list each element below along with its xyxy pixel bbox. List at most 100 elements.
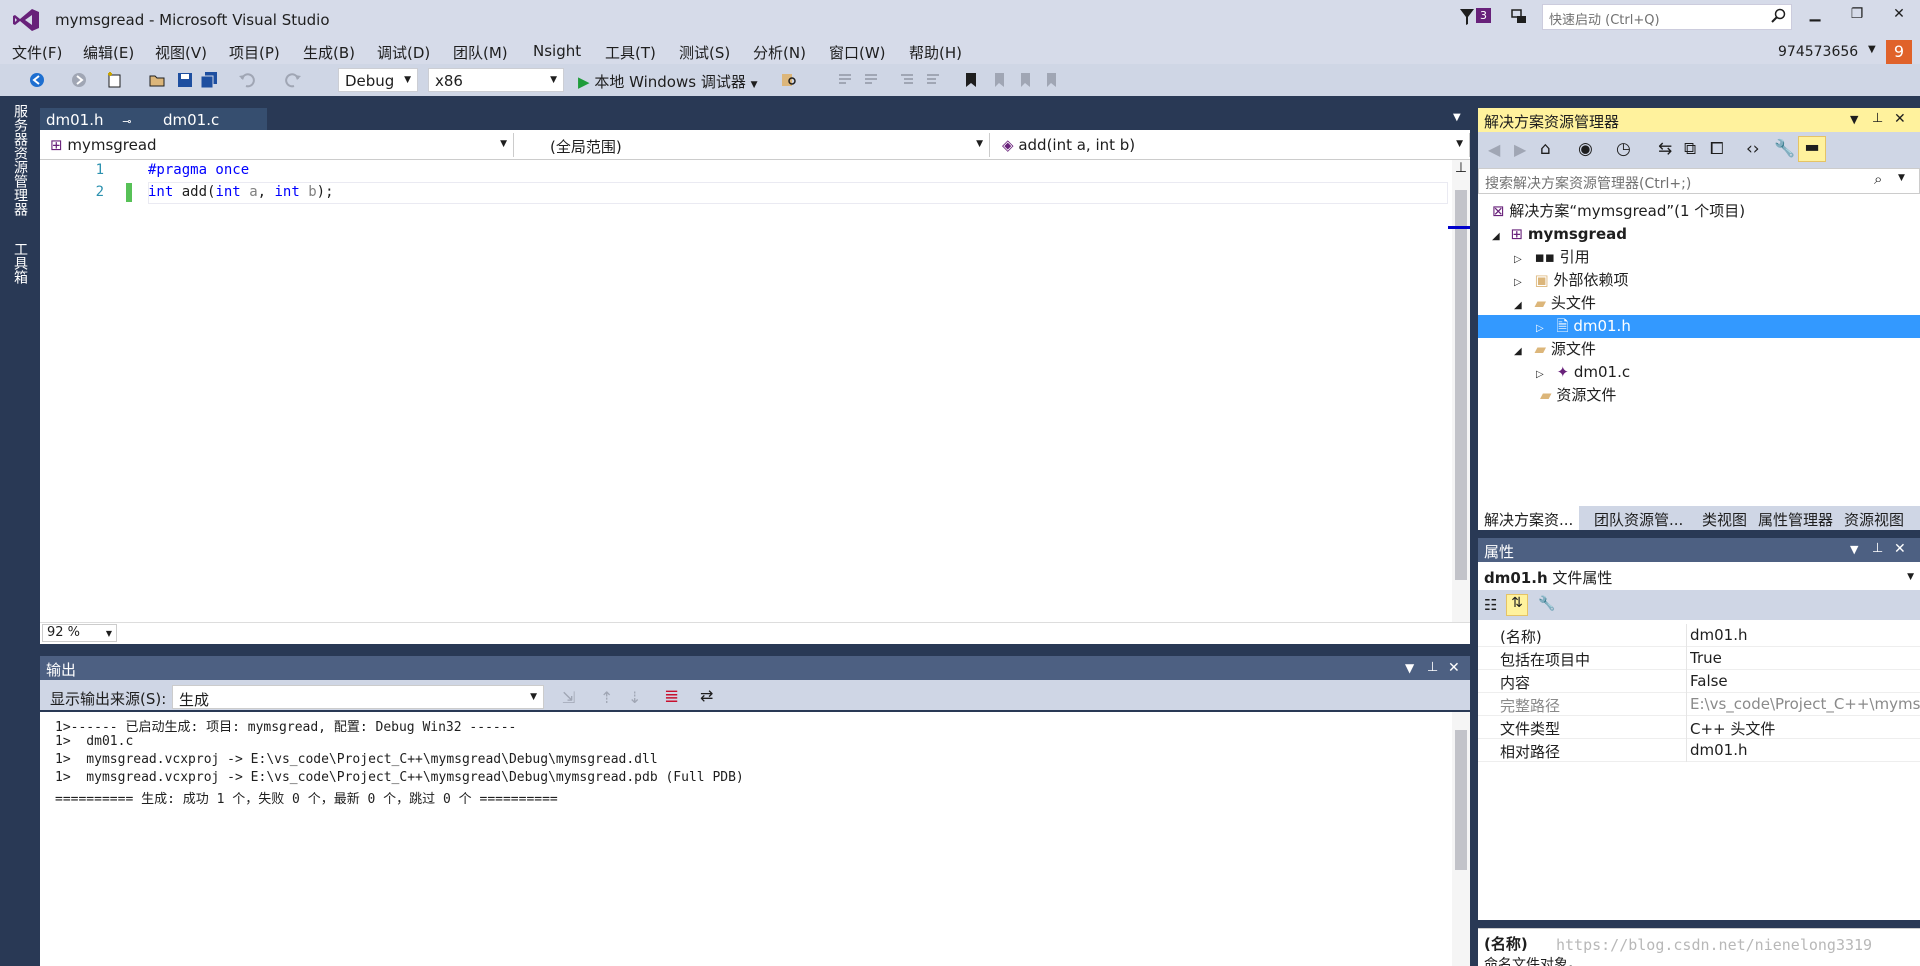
tree-node-resource-files[interactable]: ▰ 资源文件 [1478,384,1920,407]
pin-icon[interactable]: ⊥ [1427,660,1438,675]
scope-dropdown[interactable]: (全局范围) ▼ [520,133,990,157]
new-project-icon[interactable] [106,71,124,89]
property-value[interactable]: True [1690,649,1722,667]
menu-view[interactable]: 视图(V) [155,42,207,63]
output-text-area[interactable] [40,712,1470,966]
comment-icon[interactable] [836,71,854,89]
forward-icon[interactable]: ▶ [1514,140,1526,159]
menu-window[interactable]: 窗口(W) [829,42,886,63]
switch-views-icon[interactable]: ◉ [1578,139,1593,159]
close-icon[interactable]: ✕ [1448,660,1460,676]
home-icon[interactable]: ⌂ [1540,139,1551,159]
save-icon[interactable] [176,71,194,89]
tab-resource-view[interactable]: 资源视图 [1838,506,1910,530]
indent-icon[interactable] [898,71,916,89]
clear-bookmarks-icon[interactable] [1042,71,1060,89]
menu-team[interactable]: 团队(M) [453,42,508,63]
tree-node-solution[interactable]: ⊠ 解决方案“mymsgread”(1 个项目) [1478,200,1920,223]
chevron-down-icon[interactable]: ▼ [1453,112,1461,123]
close-icon[interactable]: ✕ [1894,541,1906,557]
expanded-toggle-icon[interactable]: ◢ [1514,346,1522,357]
open-file-icon[interactable] [148,71,166,89]
sync-icon[interactable]: ⇆ [1658,139,1672,159]
close-window-button[interactable]: ✕ [1884,6,1914,30]
redo-icon[interactable] [284,71,302,89]
feedback-icon[interactable] [1510,8,1528,26]
alphabetical-icon[interactable]: ⇅ [1506,594,1528,616]
menu-project[interactable]: 项目(P) [229,42,280,63]
code-editor[interactable] [40,160,1470,622]
undo-icon[interactable] [238,71,256,89]
menu-analyze[interactable]: 分析(N) [753,42,806,63]
quick-launch-input[interactable]: 快速启动 (Ctrl+Q) [1542,4,1792,30]
properties-wrench-icon[interactable]: 🔧 [1774,139,1795,159]
collapsed-toggle-icon[interactable]: ▷ [1514,254,1522,265]
solution-configuration-select[interactable]: Debug ▼ [338,68,418,92]
menu-help[interactable]: 帮助(H) [909,42,962,63]
tab-solution-explorer[interactable]: 解决方案资... [1478,506,1580,530]
restore-button[interactable]: ❐ [1842,6,1872,30]
find-in-files-icon[interactable] [780,71,798,89]
properties-object-select[interactable]: dm01.h 文件属性 ▼ [1478,562,1920,590]
tree-node-source-files[interactable]: ◢ ▰ 源文件 [1478,338,1920,361]
menu-debug[interactable]: 调试(D) [377,42,430,63]
solution-platform-select[interactable]: x86 ▼ [428,68,564,92]
start-debugging-button[interactable]: ▶ 本地 Windows 调试器 ▼ [574,68,762,92]
expanded-toggle-icon[interactable]: ◢ [1492,231,1500,242]
scrollbar-thumb[interactable] [1455,190,1467,580]
collapsed-toggle-icon[interactable]: ▷ [1536,369,1544,380]
chevron-down-icon[interactable]: ▼ [1850,113,1858,126]
prev-bookmark-icon[interactable] [990,71,1008,89]
clear-all-icon[interactable]: ≣ [664,686,679,707]
show-all-files-icon[interactable]: ⧠ [1710,139,1724,159]
pin-icon[interactable]: ⊥ [1872,111,1883,126]
collapse-all-icon[interactable]: ⧉ [1684,139,1696,159]
menu-build[interactable]: 生成(B) [303,42,355,63]
back-icon[interactable] [28,71,46,89]
prev-message-icon[interactable]: ⇡ [600,688,613,707]
categorized-icon[interactable]: ☷ [1484,596,1497,614]
pending-changes-icon[interactable]: ◷ [1616,139,1631,159]
property-value[interactable]: C++ 头文件 [1690,718,1775,739]
pin-icon[interactable]: ⊥ [1872,541,1883,556]
outdent-icon[interactable] [924,71,942,89]
chevron-down-icon[interactable]: ▼ [1868,44,1876,55]
tree-node-references[interactable]: ▷ ▪▪ 引用 [1478,246,1920,269]
tab-class-view[interactable]: 类视图 [1696,506,1753,530]
tree-node-dm01-c[interactable]: ▷ ✦ dm01.c [1478,361,1920,384]
avatar[interactable]: 9 [1886,40,1912,64]
collapsed-toggle-icon[interactable]: ▷ [1514,277,1522,288]
menu-edit[interactable]: 编辑(E) [83,42,134,63]
close-icon[interactable]: ✕ [1894,111,1906,127]
view-code-icon[interactable]: ‹› [1746,139,1760,159]
search-icon[interactable]: ⌕ [1874,170,1882,188]
uncomment-icon[interactable] [862,71,880,89]
next-message-icon[interactable]: ⇣ [628,688,641,707]
minimize-button[interactable]: ▁ [1800,6,1830,30]
chevron-down-icon[interactable]: ▼ [1850,543,1858,556]
tab-team-explorer[interactable]: 团队资源管... [1588,506,1689,530]
tree-node-header-files[interactable]: ◢ ▰ 头文件 [1478,292,1920,315]
member-dropdown[interactable]: ◈ add(int a, int b) ▼ [996,133,1470,157]
project-dropdown[interactable]: ⊞ mymsgread ▼ [44,133,514,157]
tree-node-project[interactable]: ◢ ⊞ mymsgread [1478,223,1920,246]
account-name[interactable]: 974573656 [1778,44,1858,60]
chevron-down-icon[interactable]: ▼ [1898,173,1905,183]
tab-dm01-c[interactable]: dm01.c [157,108,267,130]
collapsed-toggle-icon[interactable]: ▷ [1536,323,1544,334]
property-pages-icon[interactable]: 🔧 [1538,596,1555,612]
preview-selected-icon[interactable]: ▬ [1798,136,1826,162]
tree-node-dm01-h[interactable]: ▷ 🗎 dm01.h [1478,315,1920,338]
toolbox-tab[interactable]: 工具箱 [10,242,30,284]
output-source-select[interactable]: 生成 ▼ [172,685,544,709]
expanded-toggle-icon[interactable]: ◢ [1514,300,1522,311]
grid-divider[interactable] [1686,624,1687,762]
menu-tools[interactable]: 工具(T) [605,42,656,63]
menu-file[interactable]: 文件(F) [12,42,62,63]
pin-icon[interactable]: ⊸ [122,115,131,128]
tree-node-external-deps[interactable]: ▷ ▣ 外部依赖项 [1478,269,1920,292]
solution-explorer-search-input[interactable]: 搜索解决方案资源管理器(Ctrl+;) [1478,168,1920,194]
tab-dm01-h[interactable]: dm01.h ⊸ ✕ [40,108,157,147]
server-explorer-tab[interactable]: 服务器资源管理器 [10,104,30,216]
back-icon[interactable]: ◀ [1488,140,1500,159]
